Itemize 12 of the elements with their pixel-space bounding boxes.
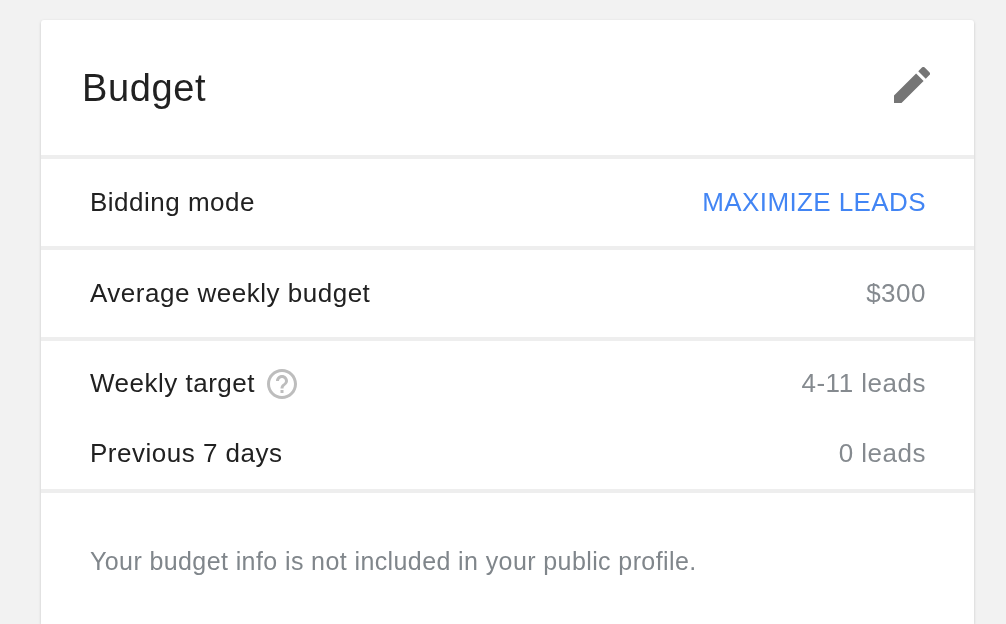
edit-button[interactable] <box>894 66 930 103</box>
row-label: Bidding mode <box>90 186 255 219</box>
row-label: Previous 7 days <box>90 437 283 470</box>
row-label: Weekly target <box>90 367 255 400</box>
pencil-icon <box>894 66 930 103</box>
card-title: Budget <box>82 65 207 110</box>
privacy-note: Your budget info is not included in your public profile. <box>90 547 697 575</box>
row-value: 4-11 leads <box>801 367 926 400</box>
row-value: 0 leads <box>838 437 926 470</box>
row-label: Average weekly budget <box>90 277 371 310</box>
row-value: $300 <box>866 277 926 310</box>
bidding-mode-link[interactable]: MAXIMIZE LEADS <box>702 185 926 220</box>
